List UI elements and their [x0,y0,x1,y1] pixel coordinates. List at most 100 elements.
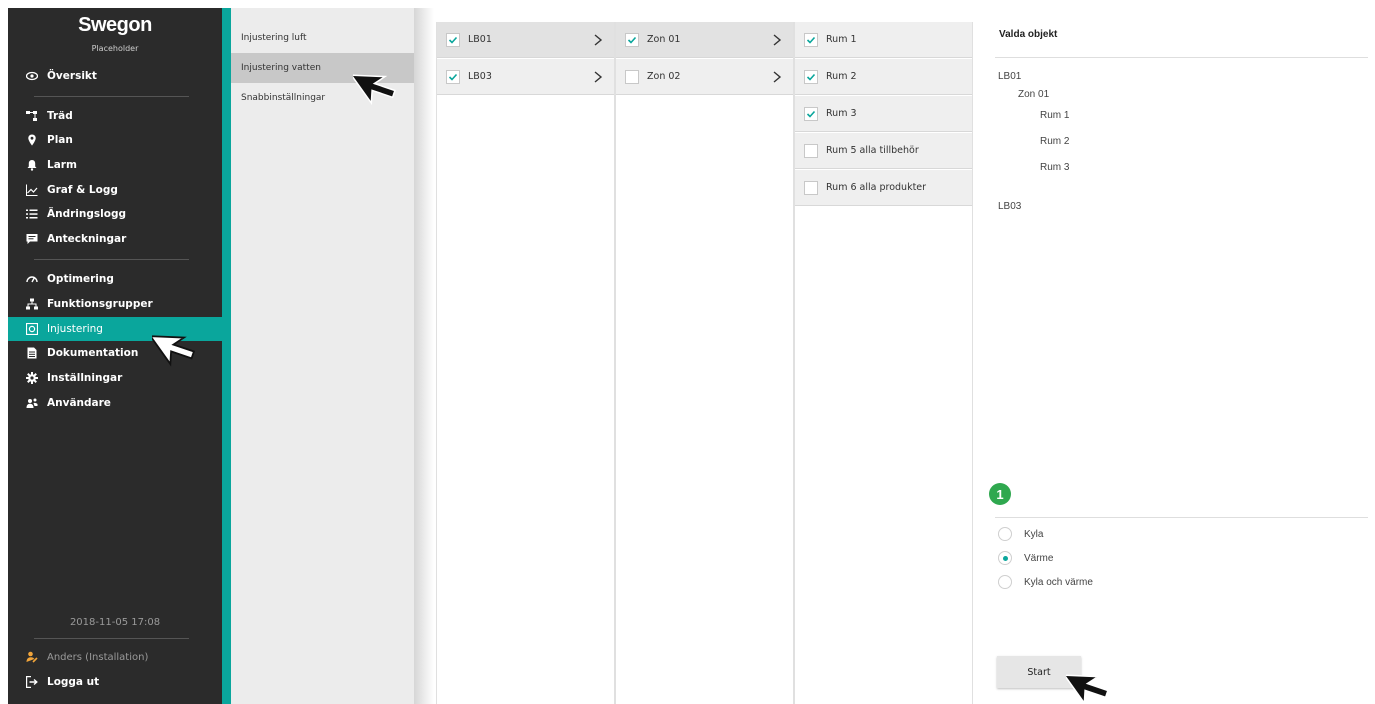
current-user-label: Anders (Installation) [47,651,149,663]
checkbox[interactable] [625,32,639,47]
submenu: Injustering luft Injustering vatten Snab… [231,8,414,704]
sidebar-item-plan[interactable]: Plan [8,128,222,152]
gauge-icon [26,273,38,285]
sidebar-item-label: Graf & Logg [47,184,118,196]
checkbox[interactable] [804,106,818,121]
checkbox[interactable] [446,32,460,47]
list-item-zon-01[interactable]: Zon 01 [616,22,793,58]
logout-label: Logga ut [47,676,100,688]
room-column: Rum 1 Rum 2 Rum 3 Rum 5 alla tillbehör R… [794,22,973,704]
comment-icon [26,233,38,245]
nav-divider [34,96,189,97]
list-item-label: Rum 3 [826,108,857,119]
sidebar-item-label: Larm [47,159,77,171]
selected-building: LB03 [998,201,1022,212]
submenu-item-luft[interactable]: Injustering luft [231,23,414,53]
sidebar-item-label: Plan [47,134,73,146]
radio-label: Kyla och värme [1024,576,1093,588]
sidebar-item-label: Ändringslogg [47,208,126,220]
sidebar-item-trad[interactable]: Träd [8,104,222,128]
divider [995,517,1368,518]
radio-dot [1002,555,1008,561]
sidebar-accent-strip [222,8,231,704]
eye-icon [26,70,38,82]
sidebar-item-label: Funktionsgrupper [47,298,153,310]
chevron-right-icon [773,34,782,46]
bell-icon [26,159,38,171]
checkbox[interactable] [625,69,639,84]
checkbox[interactable] [804,143,818,158]
list-item-label: LB03 [468,71,492,82]
list-item-label: Rum 5 alla tillbehör [826,145,919,156]
adjust-icon [26,323,38,335]
list-item-label: Zon 02 [647,71,681,82]
divider [995,57,1368,58]
sidebar-item-label: Inställningar [47,372,123,384]
list-item-label: Zon 01 [647,34,681,45]
logout-icon [26,676,38,688]
list-item-rum-6[interactable]: Rum 6 alla produkter [795,170,972,206]
selected-building: LB01 [998,71,1022,82]
step-badge: 1 [989,483,1011,505]
selected-room: Rum 2 [1040,136,1070,147]
sidebar-item-label: Anteckningar [47,233,127,245]
sidebar-item-graf-logg[interactable]: Graf & Logg [8,178,222,202]
list-item-rum-1[interactable]: Rum 1 [795,22,972,58]
tree-icon [26,110,38,122]
checkbox[interactable] [804,32,818,47]
radio-button[interactable] [998,551,1012,565]
sidebar-item-funktionsgrupper[interactable]: Funktionsgrupper [8,292,222,316]
sidebar-item-label: Optimering [47,273,114,285]
document-icon [26,347,38,359]
radio-button[interactable] [998,575,1012,589]
sidebar-item-label: Injustering [47,323,103,335]
sidebar-item-optimering[interactable]: Optimering [8,267,222,291]
nav-divider [34,638,189,639]
chevron-right-icon [773,71,782,83]
sidebar-item-larm[interactable]: Larm [8,153,222,177]
selected-room: Rum 1 [1040,110,1070,121]
cursor-arrow-icon [353,74,396,106]
cursor-arrow-icon [152,335,196,367]
checkbox[interactable] [446,69,460,84]
list-item-label: Rum 2 [826,71,857,82]
building-column: LB01 LB03 [436,22,615,704]
radio-button[interactable] [998,527,1012,541]
list-icon [26,208,38,220]
list-item-rum-2[interactable]: Rum 2 [795,59,972,95]
submenu-shadow [414,8,434,704]
zone-column: Zon 01 Zon 02 [615,22,794,704]
selected-room: Rum 3 [1040,162,1070,173]
users-icon [26,397,38,409]
cursor-arrow-icon [1066,674,1109,704]
sidebar-item-andringslogg[interactable]: Ändringslogg [8,202,222,226]
logout-button[interactable]: Logga ut [26,676,99,688]
radio-label: Värme [1024,552,1054,564]
list-item-lb01[interactable]: LB01 [437,22,614,58]
radio-label: Kyla [1024,528,1044,540]
list-item-rum-3[interactable]: Rum 3 [795,96,972,132]
radio-varme[interactable]: Värme [998,550,1053,566]
radio-kyla[interactable]: Kyla [998,526,1043,542]
chevron-right-icon [594,71,603,83]
current-user[interactable]: Anders (Installation) [26,651,148,663]
sidebar-item-anteckningar[interactable]: Anteckningar [8,227,222,251]
sidebar-item-anvandare[interactable]: Användare [8,391,222,415]
sidebar-item-installningar[interactable]: Inställningar [8,366,222,390]
checkbox[interactable] [804,180,818,195]
checkbox[interactable] [804,69,818,84]
sidebar-item-label: Översikt [47,70,97,82]
list-item-rum-5[interactable]: Rum 5 alla tillbehör [795,133,972,169]
sidebar-item-label: Användare [47,397,111,409]
radio-kyla-och-varme[interactable]: Kyla och värme [998,574,1093,590]
gear-icon [26,372,38,384]
app-root: Swegon Placeholder Översikt Träd Plan La… [0,0,1375,704]
chart-line-icon [26,184,38,196]
chevron-right-icon [594,34,603,46]
hierarchy-icon [26,298,38,310]
logo: Swegon [78,14,152,36]
list-item-zon-02[interactable]: Zon 02 [616,59,793,95]
sidebar-item-oversikt[interactable]: Översikt [8,64,222,88]
list-item-lb03[interactable]: LB03 [437,59,614,95]
list-item-label: Rum 1 [826,34,857,45]
